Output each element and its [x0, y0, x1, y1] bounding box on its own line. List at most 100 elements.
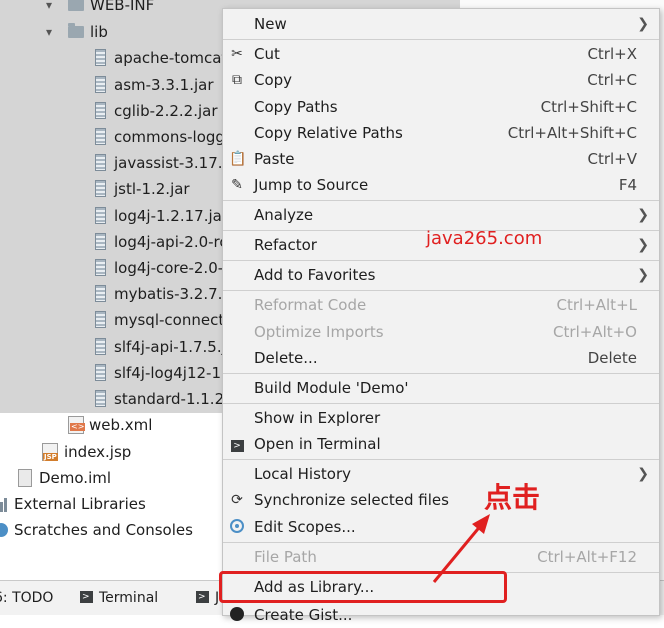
tree-item-index-jsp[interactable]: index.jsp	[0, 439, 222, 465]
tree-item-jar[interactable]: mysql-connecto	[0, 307, 233, 333]
menu-item-label: Open in Terminal	[254, 435, 381, 453]
menu-item-shortcut: Ctrl+X	[587, 45, 637, 63]
chevron-down-icon[interactable]: ▾	[42, 19, 56, 45]
tree-item-web-xml[interactable]: web.xml	[0, 412, 222, 438]
jar-icon	[95, 180, 106, 197]
menu-separator	[223, 373, 659, 374]
menu-item-label: Edit Scopes...	[254, 518, 356, 536]
menu-item-copy-paths[interactable]: Copy Paths Ctrl+Shift+C	[223, 94, 659, 120]
tree-item-jar[interactable]: log4j-api-2.0-rc	[0, 229, 228, 255]
menu-item-paste[interactable]: 📋 Paste Ctrl+V	[223, 146, 659, 172]
tree-item-scratches[interactable]: Scratches and Consoles	[0, 517, 222, 543]
menu-item-label: Copy Paths	[254, 98, 338, 116]
tree-item-label: web.xml	[89, 416, 153, 434]
chevron-right-icon: ❯	[637, 267, 649, 283]
menu-item-label: Paste	[254, 150, 295, 168]
scope-icon	[229, 519, 245, 535]
jar-icon	[95, 390, 106, 407]
tree-item-jar[interactable]: log4j-1.2.17.jar	[0, 203, 228, 229]
menu-item-label: Analyze	[254, 206, 314, 224]
jar-icon	[95, 311, 106, 328]
tree-item-label: cglib-2.2.2.jar	[114, 102, 218, 120]
scissors-icon: ✂	[231, 46, 243, 62]
watermark-text: java265.com	[426, 228, 543, 249]
tree-item-jar[interactable]: jstl-1.2.jar	[0, 176, 222, 202]
menu-item-label: Jump to Source	[254, 176, 369, 194]
tree-item-jar[interactable]: slf4j-log4j12-1.	[0, 360, 226, 386]
copy-icon: ⧉	[232, 72, 242, 88]
jsp-file-icon	[42, 443, 58, 461]
tree-item-label: commons-logg	[114, 128, 225, 146]
menu-item-delete[interactable]: Delete... Delete	[223, 345, 659, 371]
tree-item-external-libraries[interactable]: External Libraries	[0, 491, 222, 517]
menu-item-create-gist[interactable]: Create Gist...	[223, 602, 659, 628]
github-icon	[229, 607, 245, 623]
tree-item-jar[interactable]: cglib-2.2.2.jar	[0, 98, 222, 124]
tree-item-label: Scratches and Consoles	[14, 521, 193, 539]
menu-item-analyze[interactable]: Analyze ❯	[223, 202, 659, 228]
jar-icon	[95, 338, 106, 355]
terminal-tool-button[interactable]: Terminal	[80, 588, 159, 607]
jar-icon	[95, 233, 106, 250]
pencil-icon: ✎	[231, 177, 243, 193]
menu-item-shortcut: Ctrl+Alt+Shift+C	[507, 124, 637, 142]
menu-item-shortcut: Ctrl+Alt+F12	[537, 548, 637, 566]
menu-item-label: Add to Favorites	[254, 266, 376, 284]
todo-tool-button[interactable]: 6: TODO	[0, 589, 53, 607]
menu-item-add-to-favorites[interactable]: Add to Favorites ❯	[223, 262, 659, 288]
menu-item-label: Cut	[254, 45, 280, 63]
terminal-icon	[80, 588, 93, 606]
menu-item-shortcut: Ctrl+Alt+O	[553, 323, 637, 341]
menu-item-copy[interactable]: ⧉ Copy Ctrl+C	[223, 67, 659, 93]
tree-item-demo-iml[interactable]: Demo.iml	[0, 465, 222, 491]
tree-item-jar[interactable]: commons-logg	[0, 124, 225, 150]
tree-item-web-inf[interactable]: ▾ WEB-INF	[0, 0, 220, 18]
menu-item-label: Copy Relative Paths	[254, 124, 403, 142]
tree-item-jar[interactable]: javassist-3.17.1	[0, 150, 232, 176]
menu-item-new[interactable]: New ❯	[223, 11, 659, 37]
menu-item-cut[interactable]: ✂ Cut Ctrl+X	[223, 41, 659, 67]
menu-separator	[223, 459, 659, 460]
menu-item-shortcut: Ctrl+C	[587, 71, 637, 89]
jar-icon	[95, 76, 106, 93]
jar-icon	[95, 285, 106, 302]
menu-item-label: Create Gist...	[254, 606, 353, 624]
menu-item-label: Show in Explorer	[254, 409, 381, 427]
tree-item-jar[interactable]: asm-3.3.1.jar	[0, 72, 222, 98]
tree-item-jar[interactable]: apache-tomcat-	[0, 45, 233, 71]
xml-file-icon	[68, 416, 86, 434]
sync-icon: ⟳	[231, 492, 243, 508]
chevron-down-icon[interactable]: ▾	[42, 0, 56, 18]
menu-separator	[223, 200, 659, 201]
menu-item-shortcut: Ctrl+V	[587, 150, 637, 168]
menu-item-shortcut: Delete	[587, 349, 637, 367]
tree-item-label: lib	[90, 23, 108, 41]
menu-item-build-module[interactable]: Build Module 'Demo'	[223, 375, 659, 401]
menu-item-shortcut: Ctrl+Alt+L	[556, 296, 638, 314]
menu-item-local-history[interactable]: Local History ❯	[223, 461, 659, 487]
menu-item-open-in-terminal[interactable]: > Open in Terminal	[223, 431, 659, 457]
jar-icon	[95, 102, 106, 119]
menu-item-label: Delete...	[254, 349, 318, 367]
tool-icon	[196, 588, 209, 606]
menu-item-shortcut: Ctrl+Shift+C	[540, 98, 637, 116]
tree-item-lib[interactable]: ▾ lib	[0, 19, 220, 45]
tree-item-jar[interactable]: mybatis-3.2.7.ja	[0, 281, 236, 307]
menu-item-copy-relative-paths[interactable]: Copy Relative Paths Ctrl+Alt+Shift+C	[223, 120, 659, 146]
tree-item-jar[interactable]: standard-1.1.2.	[0, 386, 229, 412]
jar-icon	[95, 49, 106, 66]
annotation-arrow-icon	[432, 514, 490, 583]
menu-item-show-in-explorer[interactable]: Show in Explorer	[223, 405, 659, 431]
tree-item-jar[interactable]: slf4j-api-1.7.5.ja	[0, 334, 235, 360]
menu-item-jump-to-source[interactable]: ✎ Jump to Source F4	[223, 172, 659, 198]
chevron-right-icon: ❯	[637, 237, 649, 253]
menu-item-label: Optimize Imports	[254, 323, 384, 341]
tree-item-jar[interactable]: log4j-core-2.0-	[0, 255, 224, 281]
tree-item-label: log4j-1.2.17.jar	[114, 207, 228, 225]
tree-item-label: log4j-core-2.0-	[114, 259, 224, 277]
chevron-right-icon: ❯	[637, 207, 649, 223]
jar-icon	[95, 154, 106, 171]
terminal-label: Terminal	[99, 590, 159, 606]
menu-separator	[223, 39, 659, 40]
terminal-icon: >	[229, 436, 245, 452]
